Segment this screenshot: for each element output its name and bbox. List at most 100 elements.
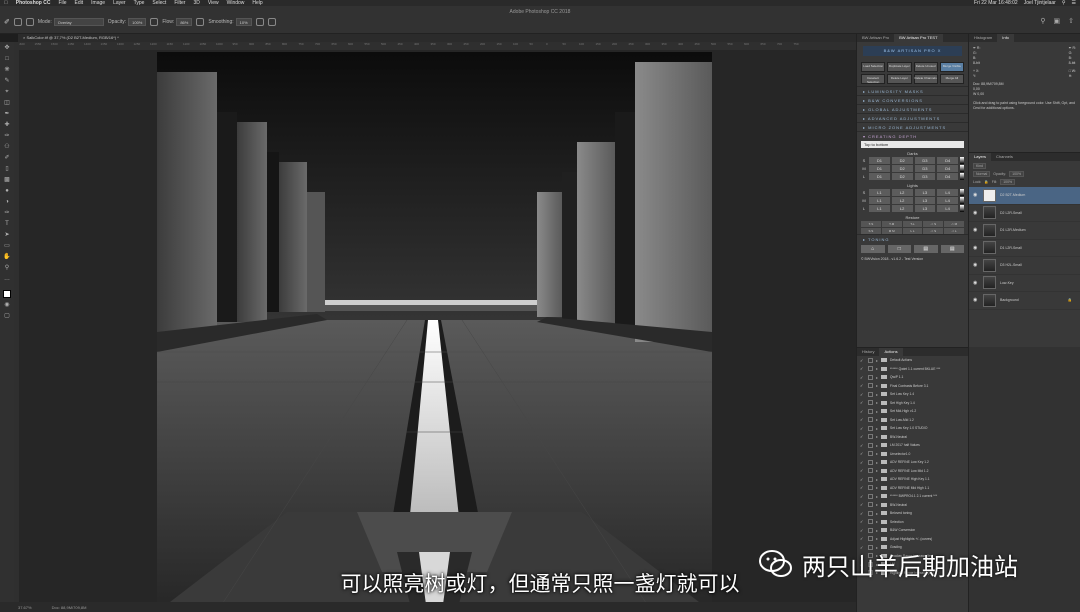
action-set-row[interactable]: ✓ ▸ ADV REFINE High Key 1.1 [857,475,968,484]
eye-icon[interactable]: ◉ [973,280,979,286]
lights-m-l2-button[interactable]: L2 [891,197,913,204]
workspace-icon[interactable]: ▣ [1054,17,1061,25]
dialog-toggle-icon[interactable] [868,519,873,525]
layer-opacity-field[interactable]: 100% [1009,171,1025,177]
expand-arrow-icon[interactable]: ▸ [876,451,878,456]
restore-button[interactable]: S S [861,228,881,234]
zoom-level[interactable]: 37.67% [18,605,32,610]
layer-row[interactable]: ◉ D1 L2R-Medium [969,222,1080,240]
restore-button[interactable]: T-L [902,221,923,227]
merge-visible-button[interactable]: Merge Visible [939,62,964,72]
check-icon[interactable]: ✓ [860,417,865,422]
mode-select[interactable]: Overlay [53,18,104,26]
dialog-toggle-icon[interactable] [868,383,873,389]
lights-m-l1-button[interactable]: L1 [869,197,890,204]
shape-tool-icon[interactable]: ▭ [3,242,11,250]
window-icon[interactable]: □ [887,245,911,253]
load-selection-button[interactable]: Load Selection [861,62,886,72]
delete-layer-button[interactable]: Delete Layer [887,74,912,84]
tab-channels[interactable]: Channels [991,153,1018,161]
lights-s-l3-button[interactable]: L3 [914,189,936,196]
section-micro-zone[interactable]: ▸ MICRO ZONE ADJUSTMENTS [857,122,968,131]
search-icon[interactable]: ⚲ [1040,17,1045,25]
top-ruler[interactable]: 1600 1550 1500 1450 1400 1350 1300 1250 1200 1150… [18,42,856,50]
document-tab[interactable]: × SalkColor.tif @ 37,7% (D2 B2T-Medium, … [18,34,856,42]
expand-arrow-icon[interactable]: ▸ [876,443,878,448]
dialog-toggle-icon[interactable] [868,400,873,406]
layer-row[interactable]: ◉ D1 L2R-Small [969,240,1080,257]
expand-arrow-icon[interactable]: ▸ [876,477,878,482]
expand-arrow-icon[interactable]: ▸ [876,392,878,397]
darks-s-d4-button[interactable]: D4 [937,157,958,164]
expand-arrow-icon[interactable]: ▸ [876,434,878,439]
salk-institute-photo[interactable] [157,52,712,602]
expand-arrow-icon[interactable]: ▸ [876,358,878,363]
check-icon[interactable]: ✓ [860,528,865,533]
darks-l-d1-button[interactable]: D1 [869,173,890,180]
restore-button[interactable]: -> S [923,228,944,234]
type-tool-icon[interactable]: T [3,220,11,228]
dialog-toggle-icon[interactable] [868,442,873,448]
lights-l-l1-button[interactable]: L1 [869,205,890,212]
dialog-toggle-icon[interactable] [868,502,873,508]
dialog-toggle-icon[interactable] [868,391,873,397]
delete-channels-button[interactable]: Delete Channels [913,74,938,84]
lights-l-l4-button[interactable]: L4 [937,205,958,212]
action-set-row[interactable]: ✓ ▸ B&W Conversion [857,526,968,535]
duplicate-layer-button[interactable]: Duplicate Layer [887,62,912,72]
darks-m-d3-button[interactable]: D3 [914,165,936,172]
darks-s-d2-button[interactable]: D2 [891,157,913,164]
flow-field[interactable]: 86% [176,18,193,26]
restore-button[interactable]: -> S [923,221,944,227]
expand-arrow-icon[interactable]: ▸ [876,400,878,405]
quick-select-icon[interactable]: ✎ [3,77,11,85]
dialog-toggle-icon[interactable] [868,493,873,499]
section-creating-depth[interactable]: ▾ CREATING DEPTH [857,131,968,140]
check-icon[interactable]: ✓ [860,409,865,414]
path-select-icon[interactable]: ➤ [3,231,11,239]
dialog-toggle-icon[interactable] [868,485,873,491]
restore-button[interactable]: -> L [944,228,964,234]
action-set-row[interactable]: ✓ ▸ Beloved toning [857,509,968,518]
darks-s-d1-button[interactable]: D1 [869,157,890,164]
brush-tool-icon[interactable]: ✑ [3,132,11,140]
blend-mode-select[interactable]: Normal [973,171,991,177]
tab-bw-artisan-pro-test[interactable]: BW Artisan Pro TEST [894,34,943,42]
section-toning[interactable]: ▸ TONING [857,234,968,243]
expand-arrow-icon[interactable]: ▸ [876,409,878,414]
zoom-tool-icon[interactable]: ⚲ [3,264,11,272]
eraser-icon[interactable]: ▯ [3,165,11,173]
darks-l-d4-button[interactable]: D4 [937,173,958,180]
eyedropper-icon[interactable]: ✒ [3,110,11,118]
expand-arrow-icon[interactable]: ▸ [876,383,878,388]
quick-mask-icon[interactable]: ◉ [3,301,11,309]
expand-arrow-icon[interactable]: ▸ [876,519,878,524]
close-icon[interactable]: × [23,35,25,40]
restore-button[interactable]: -> M [944,221,964,227]
darks-m-d2-button[interactable]: D2 [891,165,913,172]
tab-actions[interactable]: Actions [879,348,903,356]
action-set-row[interactable]: ✓ ▸ Default Actions [857,356,968,365]
gradient-icon[interactable]: ▩ [3,176,11,184]
layer-row[interactable]: ◉ Background 🔒 [969,292,1080,310]
darks-m-d4-button[interactable]: D4 [937,165,958,172]
action-set-row[interactable]: ✓ ▸ Set Low-Mid 1.2 [857,416,968,425]
expand-arrow-icon[interactable]: ▸ [876,485,878,490]
layer-row[interactable]: ◉ D3 H2L-Small [969,257,1080,275]
dialog-toggle-icon[interactable] [868,468,873,474]
expand-arrow-icon[interactable]: ▸ [876,536,878,541]
dialog-toggle-icon[interactable] [868,366,873,372]
expand-arrow-icon[interactable]: ▸ [876,511,878,516]
dialog-toggle-icon[interactable] [868,451,873,457]
eye-icon[interactable]: ◉ [973,297,979,303]
dialog-toggle-icon[interactable] [868,425,873,431]
action-set-row[interactable]: ✓ ▸ QwiP 1.1 [857,373,968,382]
dialog-toggle-icon[interactable] [868,417,873,423]
lights-m-l3-button[interactable]: L3 [914,197,936,204]
eye-icon[interactable]: ◉ [973,192,979,198]
document-canvas[interactable] [19,50,856,602]
move-tool-icon[interactable]: ✥ [3,44,11,52]
check-icon[interactable]: ✓ [860,451,865,456]
check-icon[interactable]: ✓ [860,434,865,439]
action-set-row[interactable]: ✓ ▸ BW-Neutral [857,501,968,510]
